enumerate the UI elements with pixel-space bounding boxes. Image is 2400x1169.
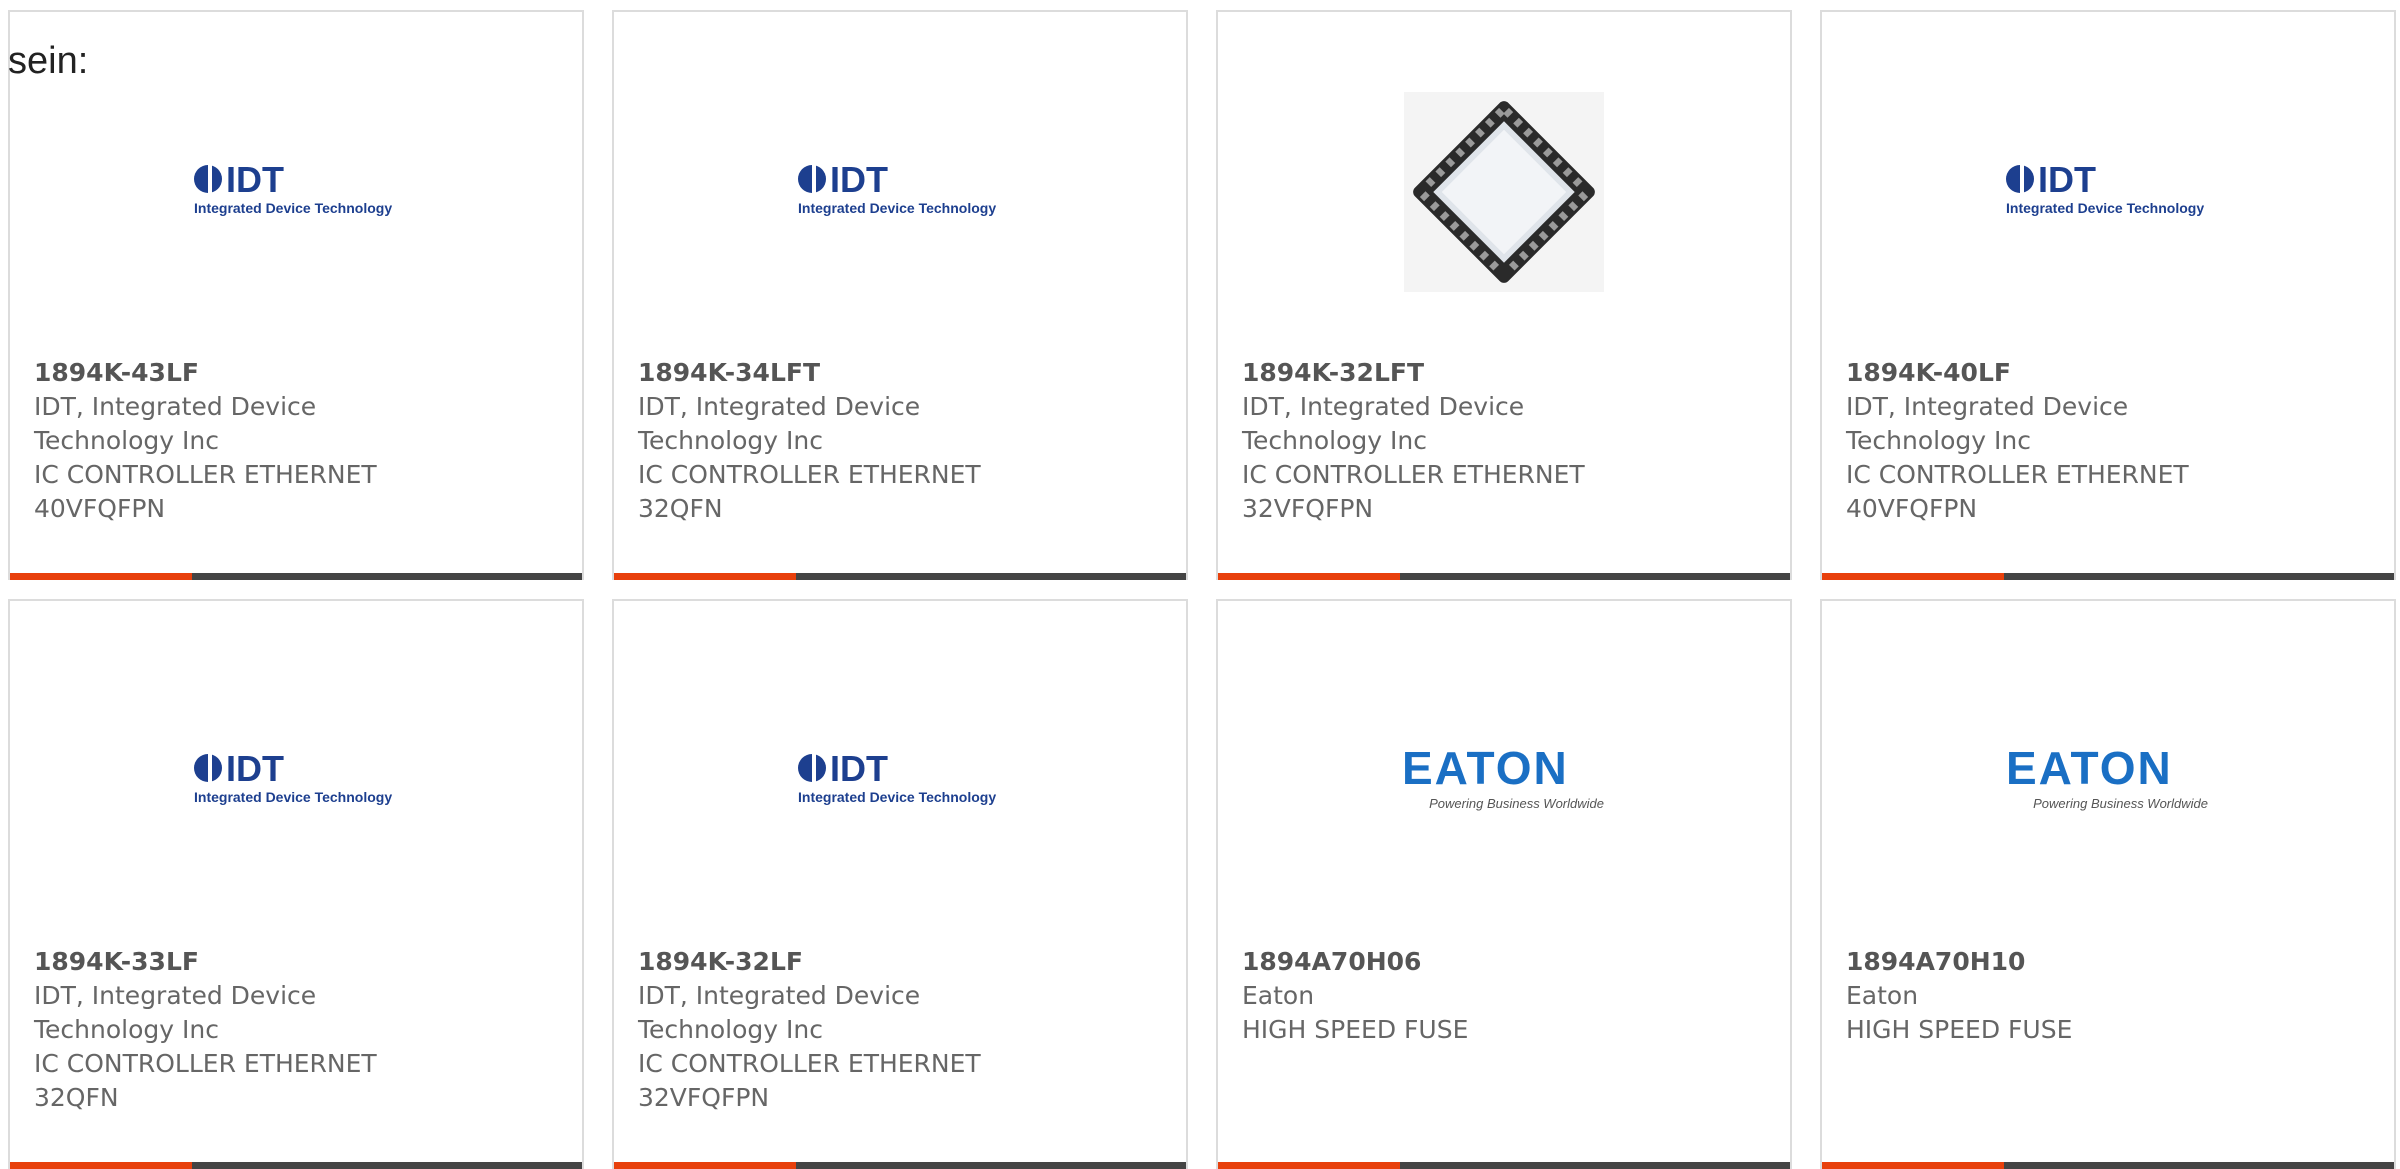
card-accent-bar xyxy=(614,1162,796,1169)
eaton-wordmark: EATON xyxy=(1402,742,1569,794)
description-line-2: 32QFN xyxy=(638,494,723,523)
card-bottom-bar xyxy=(10,573,582,580)
description-line-1: IC CONTROLLER ETHERNET xyxy=(1846,460,2189,489)
idt-logo-icon: IDT Integrated Device Technology xyxy=(798,748,996,805)
product-image[interactable]: EATON Powering Business Worldwide xyxy=(1822,671,2394,891)
product-card[interactable]: IDT Integrated Device Technology 1894K-3… xyxy=(8,599,584,1169)
product-info: 1894K-43LF IDT, Integrated Device Techno… xyxy=(34,356,454,526)
description-line-1: HIGH SPEED FUSE xyxy=(1846,1015,2073,1044)
manufacturer-line-1: Eaton xyxy=(1846,981,1919,1010)
card-accent-bar xyxy=(10,573,192,580)
eaton-wordmark: EATON xyxy=(2006,742,2173,794)
product-info: 1894K-32LFT IDT, Integrated Device Techn… xyxy=(1242,356,1662,526)
product-info: 1894A70H06 Eaton HIGH SPEED FUSE xyxy=(1242,945,1662,1047)
product-info: 1894K-33LF IDT, Integrated Device Techno… xyxy=(34,945,454,1115)
description-line-1: IC CONTROLLER ETHERNET xyxy=(638,1049,981,1078)
manufacturer-line-2: Technology Inc xyxy=(34,426,219,455)
eaton-tagline: Powering Business Worldwide xyxy=(2033,796,2208,811)
eaton-logo-icon: EATON Powering Business Worldwide xyxy=(2006,742,2208,811)
idt-logo-icon: IDT Integrated Device Technology xyxy=(2006,159,2204,216)
part-number[interactable]: 1894A70H10 xyxy=(1846,945,2266,979)
eaton-logo-icon: EATON Powering Business Worldwide xyxy=(1402,742,1604,811)
idt-tagline: Integrated Device Technology xyxy=(194,200,392,216)
idt-tagline: Integrated Device Technology xyxy=(798,789,996,805)
product-image[interactable]: EATON Powering Business Worldwide xyxy=(1218,671,1790,891)
product-image[interactable] xyxy=(1218,82,1790,302)
idt-wordmark: IDT xyxy=(226,159,284,200)
idt-wordmark: IDT xyxy=(2038,159,2096,200)
description-line-2: 32VFQFPN xyxy=(638,1083,770,1112)
product-image[interactable]: IDT Integrated Device Technology xyxy=(614,82,1186,302)
description-line-2: 32VFQFPN xyxy=(1242,494,1374,523)
manufacturer-line-1: IDT, Integrated Device xyxy=(34,392,317,421)
manufacturer-line-2: Technology Inc xyxy=(34,1015,219,1044)
description-line-1: IC CONTROLLER ETHERNET xyxy=(1242,460,1585,489)
product-info: 1894A70H10 Eaton HIGH SPEED FUSE xyxy=(1846,945,2266,1047)
manufacturer-line-1: IDT, Integrated Device xyxy=(1846,392,2129,421)
card-accent-bar xyxy=(1218,573,1400,580)
idt-wordmark: IDT xyxy=(830,748,888,789)
card-bottom-bar xyxy=(614,1162,1186,1169)
qfn-chip-photo-icon xyxy=(1404,92,1604,292)
card-bottom-bar xyxy=(614,573,1186,580)
manufacturer-line-2: Technology Inc xyxy=(638,1015,823,1044)
idt-logo-icon: IDT Integrated Device Technology xyxy=(194,748,392,805)
idt-wordmark: IDT xyxy=(830,159,888,200)
description-line-2: 40VFQFPN xyxy=(34,494,166,523)
card-bottom-bar xyxy=(1822,1162,2394,1169)
product-image[interactable]: IDT Integrated Device Technology xyxy=(10,82,582,302)
idt-tagline: Integrated Device Technology xyxy=(194,789,392,805)
card-accent-bar xyxy=(10,1162,192,1169)
idt-logo-icon: IDT Integrated Device Technology xyxy=(798,159,996,216)
product-card[interactable]: EATON Powering Business Worldwide 1894A7… xyxy=(1216,599,1792,1169)
description-line-1: IC CONTROLLER ETHERNET xyxy=(638,460,981,489)
product-card[interactable]: IDT Integrated Device Technology 1894K-4… xyxy=(1820,10,2396,580)
product-card[interactable]: IDT Integrated Device Technology 1894K-3… xyxy=(612,599,1188,1169)
part-number[interactable]: 1894K-32LFT xyxy=(1242,356,1662,390)
card-accent-bar xyxy=(1822,573,2004,580)
manufacturer-line-1: IDT, Integrated Device xyxy=(1242,392,1525,421)
part-number[interactable]: 1894K-34LFT xyxy=(638,356,1058,390)
description-line-2: 40VFQFPN xyxy=(1846,494,1978,523)
manufacturer-line-1: IDT, Integrated Device xyxy=(638,392,921,421)
product-card[interactable]: EATON Powering Business Worldwide 1894A7… xyxy=(1820,599,2396,1169)
product-card[interactable]: IDT Integrated Device Technology 1894K-4… xyxy=(8,10,584,580)
part-number[interactable]: 1894K-40LF xyxy=(1846,356,2266,390)
product-info: 1894K-32LF IDT, Integrated Device Techno… xyxy=(638,945,1058,1115)
description-line-1: IC CONTROLLER ETHERNET xyxy=(34,1049,377,1078)
manufacturer-line-1: Eaton xyxy=(1242,981,1315,1010)
product-image[interactable]: IDT Integrated Device Technology xyxy=(1822,82,2394,302)
eaton-tagline: Powering Business Worldwide xyxy=(1429,796,1604,811)
idt-wordmark: IDT xyxy=(226,748,284,789)
part-number[interactable]: 1894K-32LF xyxy=(638,945,1058,979)
card-bottom-bar xyxy=(1822,573,2394,580)
card-bottom-bar xyxy=(1218,573,1790,580)
card-bottom-bar xyxy=(10,1162,582,1169)
card-accent-bar xyxy=(1822,1162,2004,1169)
product-info: 1894K-40LF IDT, Integrated Device Techno… xyxy=(1846,356,2266,526)
card-accent-bar xyxy=(1218,1162,1400,1169)
part-number[interactable]: 1894A70H06 xyxy=(1242,945,1662,979)
description-line-2: 32QFN xyxy=(34,1083,119,1112)
product-image[interactable]: IDT Integrated Device Technology xyxy=(10,671,582,891)
product-info: 1894K-34LFT IDT, Integrated Device Techn… xyxy=(638,356,1058,526)
manufacturer-line-2: Technology Inc xyxy=(638,426,823,455)
card-accent-bar xyxy=(614,573,796,580)
description-line-1: HIGH SPEED FUSE xyxy=(1242,1015,1469,1044)
idt-logo-icon: IDT Integrated Device Technology xyxy=(194,159,392,216)
manufacturer-line-1: IDT, Integrated Device xyxy=(34,981,317,1010)
description-line-1: IC CONTROLLER ETHERNET xyxy=(34,460,377,489)
intro-text: sein: xyxy=(8,40,89,82)
manufacturer-line-2: Technology Inc xyxy=(1242,426,1427,455)
product-card[interactable]: IDT Integrated Device Technology 1894K-3… xyxy=(612,10,1188,580)
manufacturer-line-1: IDT, Integrated Device xyxy=(638,981,921,1010)
card-bottom-bar xyxy=(1218,1162,1790,1169)
part-number[interactable]: 1894K-43LF xyxy=(34,356,454,390)
part-number[interactable]: 1894K-33LF xyxy=(34,945,454,979)
idt-tagline: Integrated Device Technology xyxy=(798,200,996,216)
manufacturer-line-2: Technology Inc xyxy=(1846,426,2031,455)
idt-tagline: Integrated Device Technology xyxy=(2006,200,2204,216)
product-image[interactable]: IDT Integrated Device Technology xyxy=(614,671,1186,891)
product-card[interactable]: 1894K-32LFT IDT, Integrated Device Techn… xyxy=(1216,10,1792,580)
